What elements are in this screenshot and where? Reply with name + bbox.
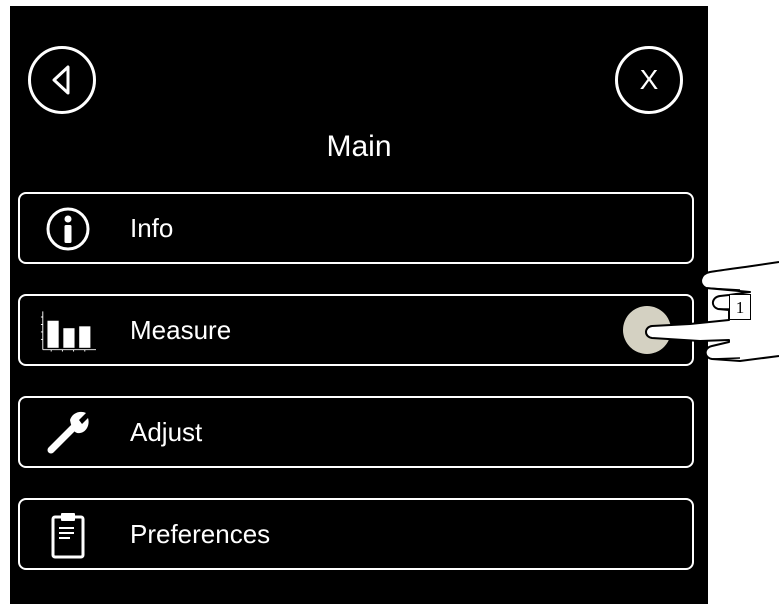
menu-item-adjust[interactable]: Adjust (18, 396, 694, 468)
menu-item-label: Info (130, 213, 174, 243)
menu-item-preferences[interactable]: Preferences (18, 498, 694, 570)
bar-chart-icon (40, 304, 96, 358)
wrench-icon (40, 406, 96, 460)
back-triangle-icon (52, 65, 70, 95)
device-screen: X Main Info Measure Adjust Preferences (10, 6, 708, 604)
back-button[interactable] (28, 46, 96, 114)
info-icon (40, 202, 96, 256)
menu-item-label: Adjust (130, 417, 203, 447)
menu-item-info[interactable]: Info (18, 192, 694, 264)
close-button[interactable]: X (615, 46, 683, 114)
menu-item-label: Measure (130, 315, 232, 345)
step-number-badge: 1 (729, 294, 751, 320)
close-label: X (639, 64, 659, 95)
menu-item-measure[interactable]: Measure (18, 294, 694, 366)
clipboard-icon (40, 508, 96, 562)
page-title: Main (326, 130, 392, 163)
menu-item-label: Preferences (130, 519, 271, 549)
